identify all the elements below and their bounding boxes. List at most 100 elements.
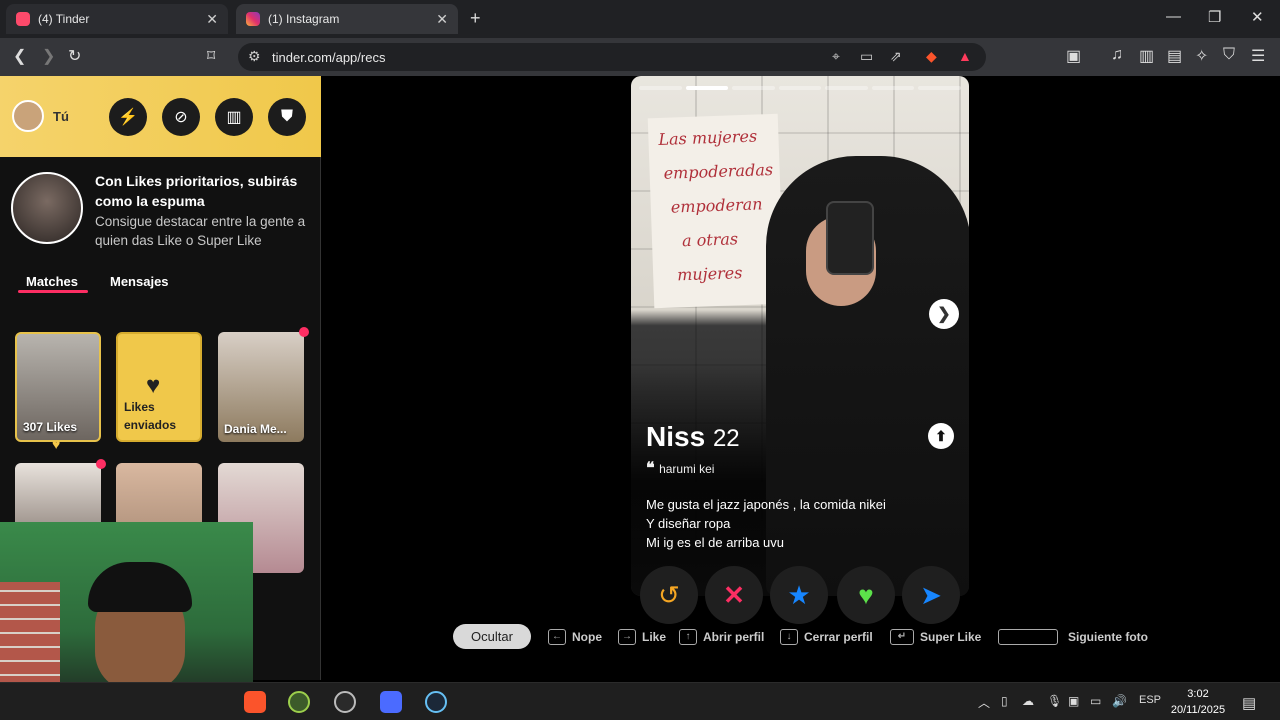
hint-super-like: ↵ Super Like bbox=[890, 629, 981, 645]
notifications-icon[interactable]: ▤ bbox=[1242, 694, 1256, 712]
tray-chevron-icon[interactable]: ︿ bbox=[978, 694, 990, 711]
obs-app-icon[interactable] bbox=[334, 691, 356, 713]
photo-progress-segment[interactable] bbox=[732, 86, 775, 90]
tab-matches[interactable]: Matches bbox=[26, 274, 78, 289]
photo-progress-segment[interactable] bbox=[918, 86, 962, 90]
close-tab-icon[interactable]: ✕ bbox=[436, 11, 448, 28]
priority-likes-promo[interactable]: Con Likes prioritarios, subirás como la … bbox=[0, 157, 321, 257]
steam-app-icon[interactable] bbox=[425, 691, 447, 713]
cloud-icon[interactable]: ☁ bbox=[1022, 694, 1034, 708]
wall-poster: Las mujeres empoderadas empoderan a otra… bbox=[647, 113, 785, 309]
rewind-icon: ↺ bbox=[658, 579, 680, 610]
poster-line: Las mujeres bbox=[658, 126, 758, 149]
tab-search-icon[interactable]: ▣ bbox=[1066, 46, 1081, 66]
photo-progress-segment[interactable] bbox=[871, 86, 915, 90]
tray-app-icon[interactable]: ▯ bbox=[1001, 694, 1008, 708]
tab-tinder[interactable]: (4) Tinder ✕ bbox=[6, 4, 228, 34]
new-match-dot bbox=[299, 327, 309, 337]
sidebar-icon[interactable]: ▥ bbox=[1139, 46, 1154, 66]
tab-messages[interactable]: Mensajes bbox=[110, 274, 169, 289]
site-info-icon[interactable]: ⚙ bbox=[248, 48, 261, 65]
clock[interactable]: 3:02 20/11/2025 bbox=[1168, 686, 1228, 718]
clock-date: 20/11/2025 bbox=[1170, 704, 1226, 716]
microphone-icon[interactable]: 🎙 bbox=[1047, 694, 1062, 708]
up-arrow-key-icon: ↑ bbox=[679, 629, 697, 645]
wallet-icon[interactable]: ▤ bbox=[1167, 46, 1182, 66]
browser-tab-bar: (4) Tinder ✕ (1) Instagram ✕ + — ❐ ✕ bbox=[0, 0, 1280, 38]
likes-received-card[interactable]: 307 Likes bbox=[15, 332, 101, 442]
hint-label: Abrir perfil bbox=[703, 630, 765, 644]
language-indicator[interactable]: ESP bbox=[1139, 694, 1161, 706]
restore-button[interactable]: ❐ bbox=[1208, 8, 1221, 26]
close-window-button[interactable]: ✕ bbox=[1251, 8, 1264, 26]
menu-icon[interactable]: ☰ bbox=[1251, 46, 1265, 66]
photo-progress-segment[interactable] bbox=[778, 86, 822, 90]
photo-progress-segment[interactable] bbox=[639, 86, 682, 90]
shield-icon[interactable]: ⛊ bbox=[268, 98, 306, 136]
reload-icon[interactable]: ↻ bbox=[68, 46, 81, 66]
forward-icon[interactable]: ❯ bbox=[42, 46, 55, 66]
url-text[interactable]: tinder.com/app/recs bbox=[272, 50, 385, 65]
nope-button[interactable]: ✕ bbox=[705, 566, 763, 624]
back-icon[interactable]: ❮ bbox=[13, 46, 26, 66]
likes-sent-card[interactable]: ♥ Likes enviados bbox=[116, 332, 202, 442]
bio-line: Mi ig es el de arriba uvu bbox=[646, 535, 785, 550]
like-button[interactable]: ♥ bbox=[837, 566, 895, 624]
active-tab-indicator bbox=[18, 290, 88, 293]
network-icon[interactable]: ▭ bbox=[1090, 694, 1101, 708]
match-card[interactable]: Dania Me... bbox=[218, 332, 304, 442]
close-tab-icon[interactable]: ✕ bbox=[206, 11, 218, 28]
share-icon[interactable]: ⇗ bbox=[890, 48, 902, 65]
tab-instagram[interactable]: (1) Instagram ✕ bbox=[236, 4, 458, 34]
promo-title: Con Likes prioritarios, subirás como la … bbox=[95, 173, 298, 209]
explore-icon[interactable]: ⊘ bbox=[162, 98, 200, 136]
boost-icon[interactable]: ⚡ bbox=[109, 98, 147, 136]
new-tab-button[interactable]: + bbox=[470, 8, 481, 29]
photo-progress-bar bbox=[639, 86, 962, 90]
media-icon[interactable]: ♫ bbox=[1111, 46, 1123, 64]
leo-ai-icon[interactable]: ✧ bbox=[1195, 46, 1208, 66]
action-buttons: ↺ ✕ ★ ♥ ➤ bbox=[640, 566, 960, 626]
bio-line: Y diseñar ropa bbox=[646, 516, 731, 531]
profile-name: Niss bbox=[646, 421, 706, 452]
profile-bio: Me gusta el jazz japonés , la comida nik… bbox=[646, 495, 886, 552]
profile-label[interactable]: Tú bbox=[53, 109, 69, 124]
avatar[interactable] bbox=[12, 100, 44, 132]
boost-button[interactable]: ➤ bbox=[902, 566, 960, 624]
card-caption: Dania Me... bbox=[224, 422, 287, 436]
down-arrow-key-icon: ↓ bbox=[780, 629, 798, 645]
cast-icon[interactable]: ▭ bbox=[860, 48, 873, 65]
brave-app-icon[interactable] bbox=[244, 691, 266, 713]
rewind-button[interactable]: ↺ bbox=[640, 566, 698, 624]
brave-shields-icon[interactable]: ◆ bbox=[926, 48, 937, 65]
tray-app-icon[interactable]: ▣ bbox=[1068, 694, 1079, 708]
super-like-button[interactable]: ★ bbox=[770, 566, 828, 624]
open-profile-icon[interactable]: ⬆ bbox=[928, 423, 954, 449]
brave-rewards-icon[interactable]: ▲ bbox=[958, 48, 972, 64]
photo-progress-segment[interactable] bbox=[825, 86, 868, 90]
windows-taskbar: ︿ ▯ ☁ 🎙 ▣ ▭ 🔊 ESP 3:02 20/11/2025 ▤ bbox=[0, 682, 1280, 720]
gold-heart-icon: ♥ bbox=[52, 436, 61, 452]
volume-icon[interactable]: 🔊 bbox=[1112, 694, 1127, 708]
address-bar[interactable]: ⚙ tinder.com/app/recs ⌖ ▭ ⇗ ◆ ▲ bbox=[238, 43, 986, 71]
app-icon[interactable] bbox=[288, 691, 310, 713]
hide-hints-button[interactable]: Ocultar bbox=[453, 624, 531, 649]
hint-label: Super Like bbox=[920, 630, 982, 644]
photo-progress-segment[interactable] bbox=[685, 86, 729, 90]
app-icon[interactable] bbox=[380, 691, 402, 713]
profile-card[interactable]: Las mujeres empoderadas empoderan a otra… bbox=[631, 76, 969, 596]
card-caption: 307 Likes bbox=[23, 420, 78, 434]
location-icon[interactable]: ⌖ bbox=[832, 48, 840, 65]
send-icon: ➤ bbox=[920, 579, 942, 610]
hint-label: Nope bbox=[572, 630, 602, 644]
poster-line: empoderadas bbox=[663, 159, 774, 183]
tinder-favicon-icon bbox=[16, 12, 30, 26]
bookmark-icon[interactable]: ⌑ bbox=[207, 46, 215, 66]
vpn-icon[interactable]: ⛉ bbox=[1223, 46, 1235, 64]
briefcase-icon[interactable]: ▥ bbox=[215, 98, 253, 136]
enter-key-icon: ↵ bbox=[890, 629, 914, 645]
poster-line: a otras bbox=[681, 229, 739, 251]
next-photo-icon[interactable]: ❯ bbox=[929, 299, 959, 329]
minimize-button[interactable]: — bbox=[1166, 8, 1181, 25]
quote-text: harumi kei bbox=[659, 462, 715, 476]
